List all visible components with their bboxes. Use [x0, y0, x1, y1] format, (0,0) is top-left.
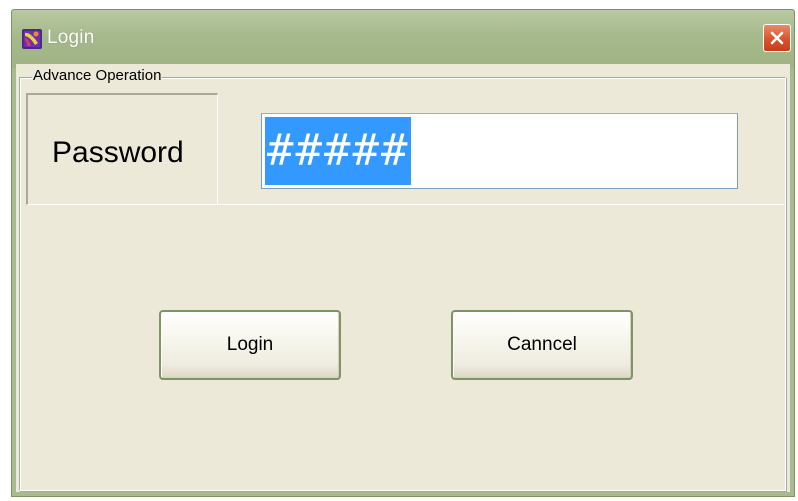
password-input[interactable]: #####	[261, 113, 738, 189]
password-label: Password	[52, 136, 184, 169]
app-logo-icon	[22, 29, 42, 49]
close-icon	[770, 31, 784, 45]
window-title: Login	[47, 27, 95, 48]
group-legend: Advance Operation	[32, 67, 163, 84]
password-value-selected: #####	[265, 117, 412, 185]
cancel-button[interactable]: Canncel	[451, 310, 633, 380]
title-bar[interactable]: Login	[12, 10, 794, 68]
login-button[interactable]: Login	[159, 310, 341, 380]
close-button[interactable]	[763, 24, 791, 52]
login-dialog: Login Advance Operation Password ##### L…	[11, 9, 795, 497]
dialog-body: Advance Operation Password ##### Login C…	[16, 64, 790, 492]
